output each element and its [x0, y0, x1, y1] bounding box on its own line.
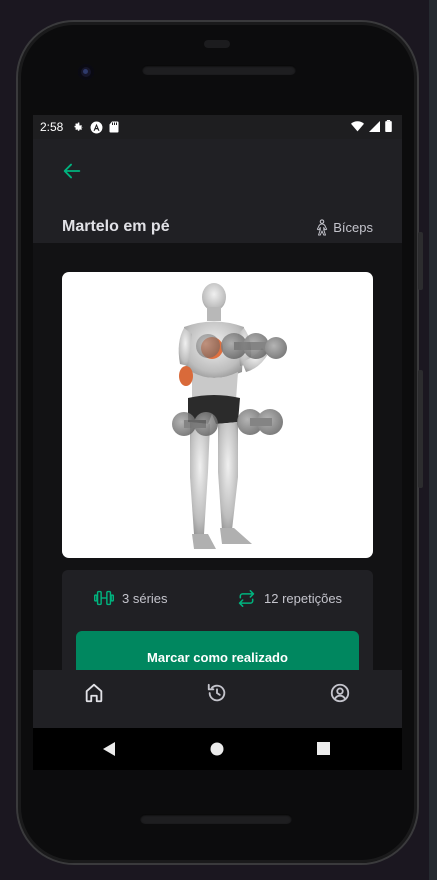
wifi-icon — [351, 120, 364, 131]
front-camera — [78, 64, 94, 80]
a-icon — [90, 121, 103, 133]
exercise-title: Martelo em pé — [62, 218, 170, 235]
battery-icon — [385, 120, 392, 132]
volume-button — [418, 370, 423, 488]
header: Martelo em pé Bíceps — [33, 139, 402, 243]
repetitions-label: 12 repetições — [264, 591, 343, 606]
content-area: 3 séries 12 repetições Marcar como reali… — [33, 243, 402, 683]
back-triangle-icon[interactable] — [103, 742, 117, 756]
dumbbell-icon — [94, 590, 114, 606]
bottom-speaker — [140, 814, 292, 824]
status-time: 2:58 — [40, 120, 64, 134]
repeat-icon — [238, 590, 255, 607]
muscle-group: Bíceps — [315, 219, 373, 236]
info-row: 3 séries 12 repetições — [62, 590, 373, 610]
status-left-icons — [72, 121, 119, 134]
settings-icon — [74, 122, 84, 131]
recents-square-icon[interactable] — [317, 742, 330, 755]
home-circle-icon[interactable] — [210, 742, 224, 756]
home-icon[interactable] — [83, 682, 105, 704]
signal-icon — [369, 120, 380, 132]
series-label: 3 séries — [122, 590, 168, 606]
repetitions-info: 12 repetições — [237, 590, 342, 607]
profile-icon[interactable] — [329, 682, 351, 704]
system-nav-bar — [33, 728, 402, 770]
power-button — [418, 232, 423, 290]
exercise-demo-image — [62, 272, 373, 558]
series-info: 3 séries — [94, 590, 168, 606]
status-right-icons — [351, 120, 392, 132]
bottom-tab-bar — [33, 670, 402, 728]
sd-card-icon — [109, 121, 119, 133]
exercise-illustration — [172, 283, 287, 549]
status-bar: 2:58 — [33, 115, 402, 139]
muscle-group-label: Bíceps — [333, 220, 373, 235]
background-strip — [429, 0, 437, 880]
earpiece — [204, 40, 230, 48]
body-icon — [317, 219, 328, 236]
screen: 2:58 Martelo em pé Bíceps 3 séries 12 re… — [33, 115, 402, 728]
arrow-left-icon[interactable] — [61, 160, 83, 182]
history-icon[interactable] — [206, 682, 228, 704]
exercise-info-card: 3 séries 12 repetições Marcar como reali… — [62, 570, 373, 683]
top-speaker — [142, 65, 296, 75]
